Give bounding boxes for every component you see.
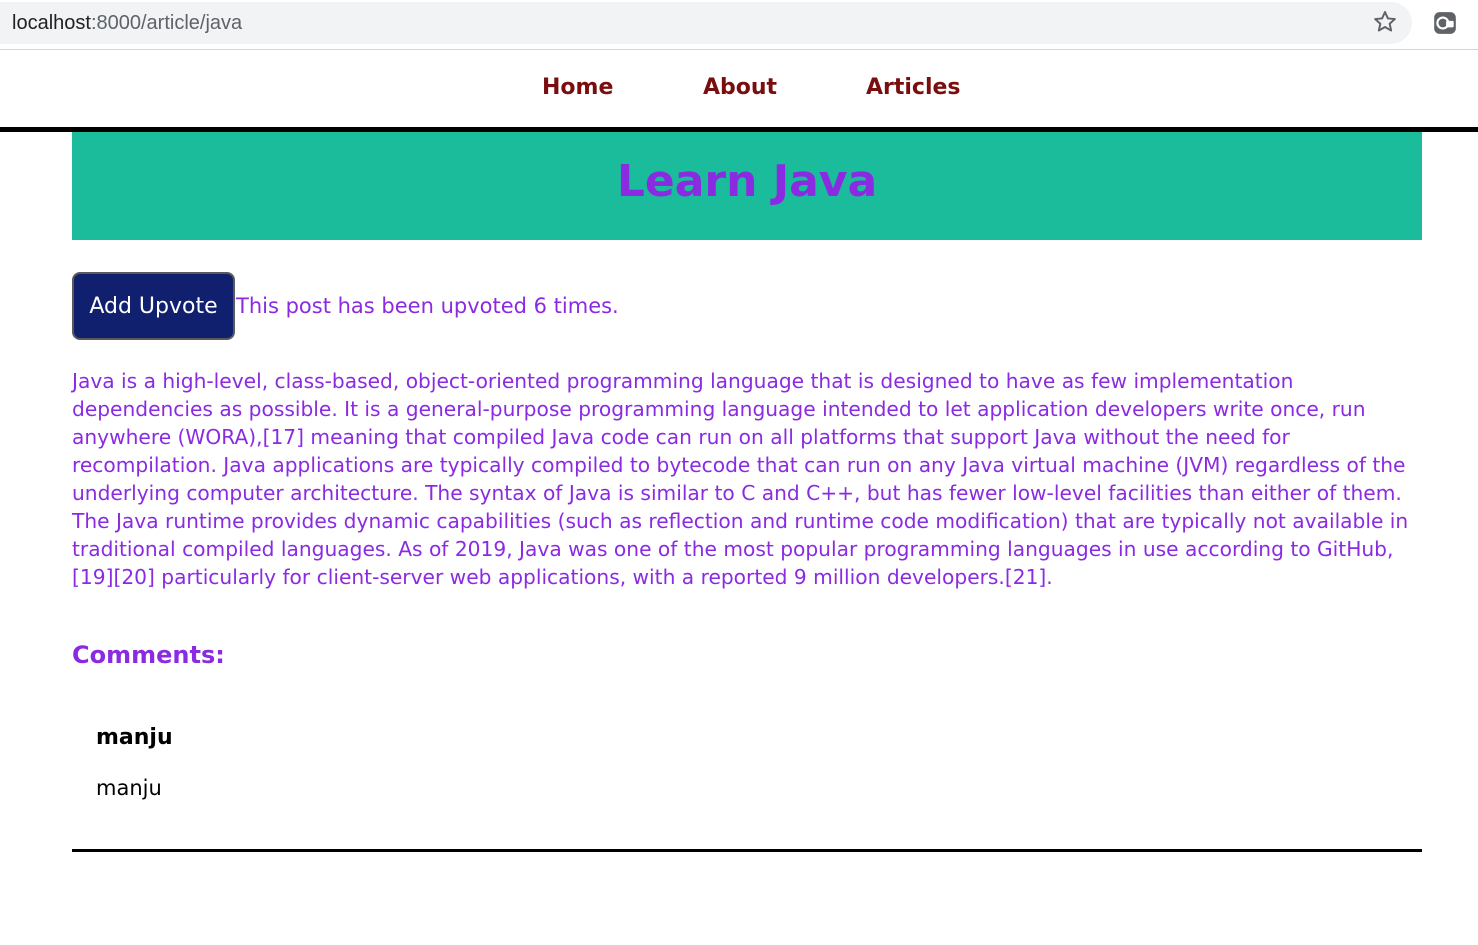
url-host: localhost [12, 12, 91, 34]
comment-divider [72, 849, 1422, 852]
url-text[interactable]: localhost:8000/article/java [12, 12, 242, 35]
browser-toolbar: localhost:8000/article/java [0, 0, 1478, 50]
extension-icon[interactable] [1432, 10, 1458, 36]
comment-text: manju [96, 776, 162, 800]
title-banner: Learn Java [72, 132, 1422, 240]
star-icon[interactable] [1372, 9, 1398, 35]
comments-heading: Comments: [72, 641, 225, 669]
add-upvote-button[interactable]: Add Upvote [72, 272, 235, 340]
comment-author: manju [96, 725, 173, 750]
main-nav: Home About Articles [0, 51, 1478, 127]
url-path: :8000/article/java [90, 12, 243, 34]
address-bar[interactable]: localhost:8000/article/java [0, 2, 1412, 44]
article-body: Java is a high-level, class-based, objec… [72, 369, 1409, 589]
nav-link-articles[interactable]: Articles [866, 75, 961, 100]
page-title: Learn Java [616, 156, 878, 207]
nav-link-home[interactable]: Home [542, 75, 613, 100]
upvote-count-text: This post has been upvoted 6 times. [236, 294, 619, 318]
nav-link-about[interactable]: About [703, 75, 777, 100]
